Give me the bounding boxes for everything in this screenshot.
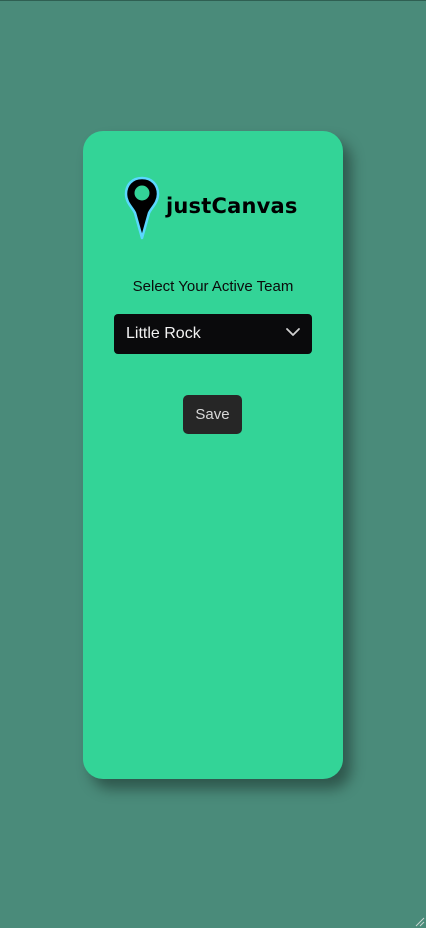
resize-grip-icon[interactable] xyxy=(413,915,425,927)
map-pin-icon xyxy=(124,176,160,240)
brand-name: justCanvas xyxy=(166,194,298,218)
select-team-label: Select Your Active Team xyxy=(132,278,294,295)
chevron-down-icon xyxy=(286,328,300,336)
save-button[interactable]: Save xyxy=(183,395,242,434)
brand-logo: justCanvas xyxy=(123,175,298,241)
team-select-value: Little Rock xyxy=(126,325,201,342)
team-select[interactable]: Little Rock xyxy=(114,314,312,354)
team-select-card: justCanvas Select Your Active Team Littl… xyxy=(83,131,343,779)
